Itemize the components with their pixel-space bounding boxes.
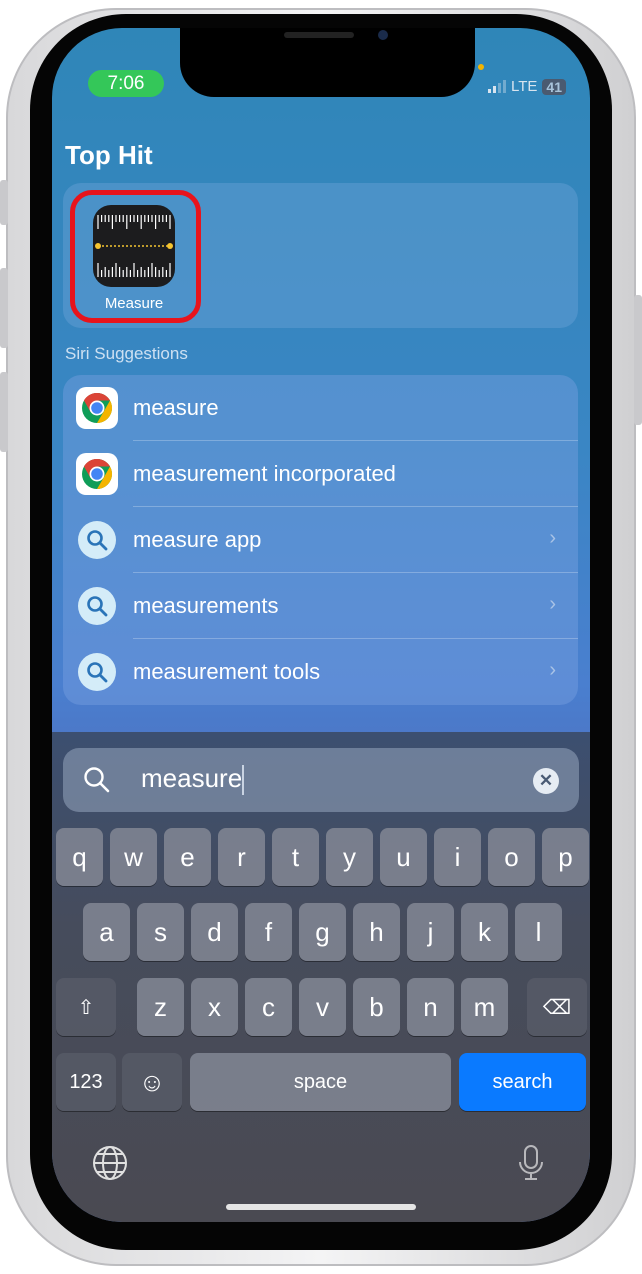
suggestion-label: measure app bbox=[133, 527, 262, 552]
numbers-key[interactable]: 123 bbox=[56, 1053, 116, 1111]
globe-icon[interactable] bbox=[91, 1144, 129, 1187]
key-v[interactable]: v bbox=[299, 978, 346, 1036]
key-z[interactable]: z bbox=[137, 978, 184, 1036]
suggestion-label: measurement tools bbox=[133, 659, 321, 684]
suggestion-label: measure bbox=[133, 395, 219, 420]
suggestion-label: measurements bbox=[133, 593, 279, 618]
status-time: 7:06 bbox=[88, 70, 164, 97]
suggestions-list: measure measurement incorporated measure a… bbox=[63, 375, 578, 705]
suggestion-row[interactable]: measurement tools › bbox=[63, 639, 578, 705]
key-u[interactable]: u bbox=[380, 828, 427, 886]
status-icons: LTE 41 bbox=[488, 78, 566, 95]
key-t[interactable]: t bbox=[272, 828, 319, 886]
key-m[interactable]: m bbox=[461, 978, 508, 1036]
measure-app-icon[interactable] bbox=[93, 205, 175, 287]
chrome-icon bbox=[76, 453, 118, 495]
search-icon bbox=[84, 767, 110, 793]
search-icon bbox=[78, 587, 116, 625]
key-s[interactable]: s bbox=[137, 903, 184, 961]
delete-key[interactable]: ⌫ bbox=[527, 978, 587, 1036]
key-n[interactable]: n bbox=[407, 978, 454, 1036]
siri-suggestions-heading: Siri Suggestions bbox=[65, 344, 188, 363]
measure-app-label[interactable]: Measure bbox=[63, 295, 205, 312]
key-d[interactable]: d bbox=[191, 903, 238, 961]
key-r[interactable]: r bbox=[218, 828, 265, 886]
key-h[interactable]: h bbox=[353, 903, 400, 961]
suggestion-row[interactable]: measure app › bbox=[63, 507, 578, 573]
key-x[interactable]: x bbox=[191, 978, 238, 1036]
key-w[interactable]: w bbox=[110, 828, 157, 886]
search-field[interactable]: measure ✕ bbox=[63, 748, 579, 812]
microphone-icon[interactable] bbox=[517, 1144, 545, 1187]
battery-icon: 41 bbox=[542, 78, 566, 95]
keyboard-area: measure ✕ q w e r t y u i o p a s d f g h j k l z x c v b n m ⇧ ⌫ 12… bbox=[52, 732, 590, 1222]
key-f[interactable]: f bbox=[245, 903, 292, 961]
key-e[interactable]: e bbox=[164, 828, 211, 886]
shift-icon: ⇧ bbox=[77, 996, 95, 1019]
chevron-right-icon: › bbox=[549, 527, 556, 549]
privacy-dot bbox=[478, 64, 484, 70]
chevron-right-icon: › bbox=[549, 659, 556, 681]
search-key[interactable]: search bbox=[459, 1053, 586, 1111]
key-k[interactable]: k bbox=[461, 903, 508, 961]
suggestion-row[interactable]: measurements › bbox=[63, 573, 578, 639]
key-p[interactable]: p bbox=[542, 828, 589, 886]
search-icon bbox=[78, 653, 116, 691]
key-c[interactable]: c bbox=[245, 978, 292, 1036]
top-hit-card: Measure bbox=[63, 183, 578, 328]
speaker bbox=[284, 32, 354, 38]
side-button bbox=[634, 295, 642, 425]
screen: 7:06 LTE 41 Top Hit Measure Siri Suggest… bbox=[52, 28, 590, 1222]
clear-icon[interactable]: ✕ bbox=[533, 768, 559, 794]
chrome-icon bbox=[76, 387, 118, 429]
shift-key[interactable]: ⇧ bbox=[56, 978, 116, 1036]
chevron-right-icon: › bbox=[549, 593, 556, 615]
emoji-key[interactable]: ☺ bbox=[122, 1053, 182, 1111]
volume-down-button bbox=[0, 372, 8, 452]
key-a[interactable]: a bbox=[83, 903, 130, 961]
space-key[interactable]: space bbox=[190, 1053, 451, 1111]
network-type: LTE bbox=[511, 78, 538, 95]
suggestion-row[interactable]: measure bbox=[63, 375, 578, 441]
delete-icon: ⌫ bbox=[542, 996, 572, 1019]
camera bbox=[378, 30, 388, 40]
text-cursor bbox=[242, 765, 245, 796]
volume-up-button bbox=[0, 268, 8, 348]
key-j[interactable]: j bbox=[407, 903, 454, 961]
mute-switch bbox=[0, 180, 8, 225]
key-g[interactable]: g bbox=[299, 903, 346, 961]
search-input[interactable]: measure bbox=[141, 763, 242, 793]
signal-icon bbox=[488, 80, 507, 93]
key-l[interactable]: l bbox=[515, 903, 562, 961]
key-o[interactable]: o bbox=[488, 828, 535, 886]
top-hit-heading: Top Hit bbox=[65, 140, 153, 170]
emoji-icon: ☺ bbox=[138, 1066, 166, 1097]
home-indicator[interactable] bbox=[226, 1204, 416, 1210]
notch bbox=[180, 28, 475, 97]
key-q[interactable]: q bbox=[56, 828, 103, 886]
suggestion-label: measurement incorporated bbox=[133, 461, 396, 486]
suggestion-row[interactable]: measurement incorporated bbox=[63, 441, 578, 507]
search-icon bbox=[78, 521, 116, 559]
key-b[interactable]: b bbox=[353, 978, 400, 1036]
key-i[interactable]: i bbox=[434, 828, 481, 886]
key-y[interactable]: y bbox=[326, 828, 373, 886]
